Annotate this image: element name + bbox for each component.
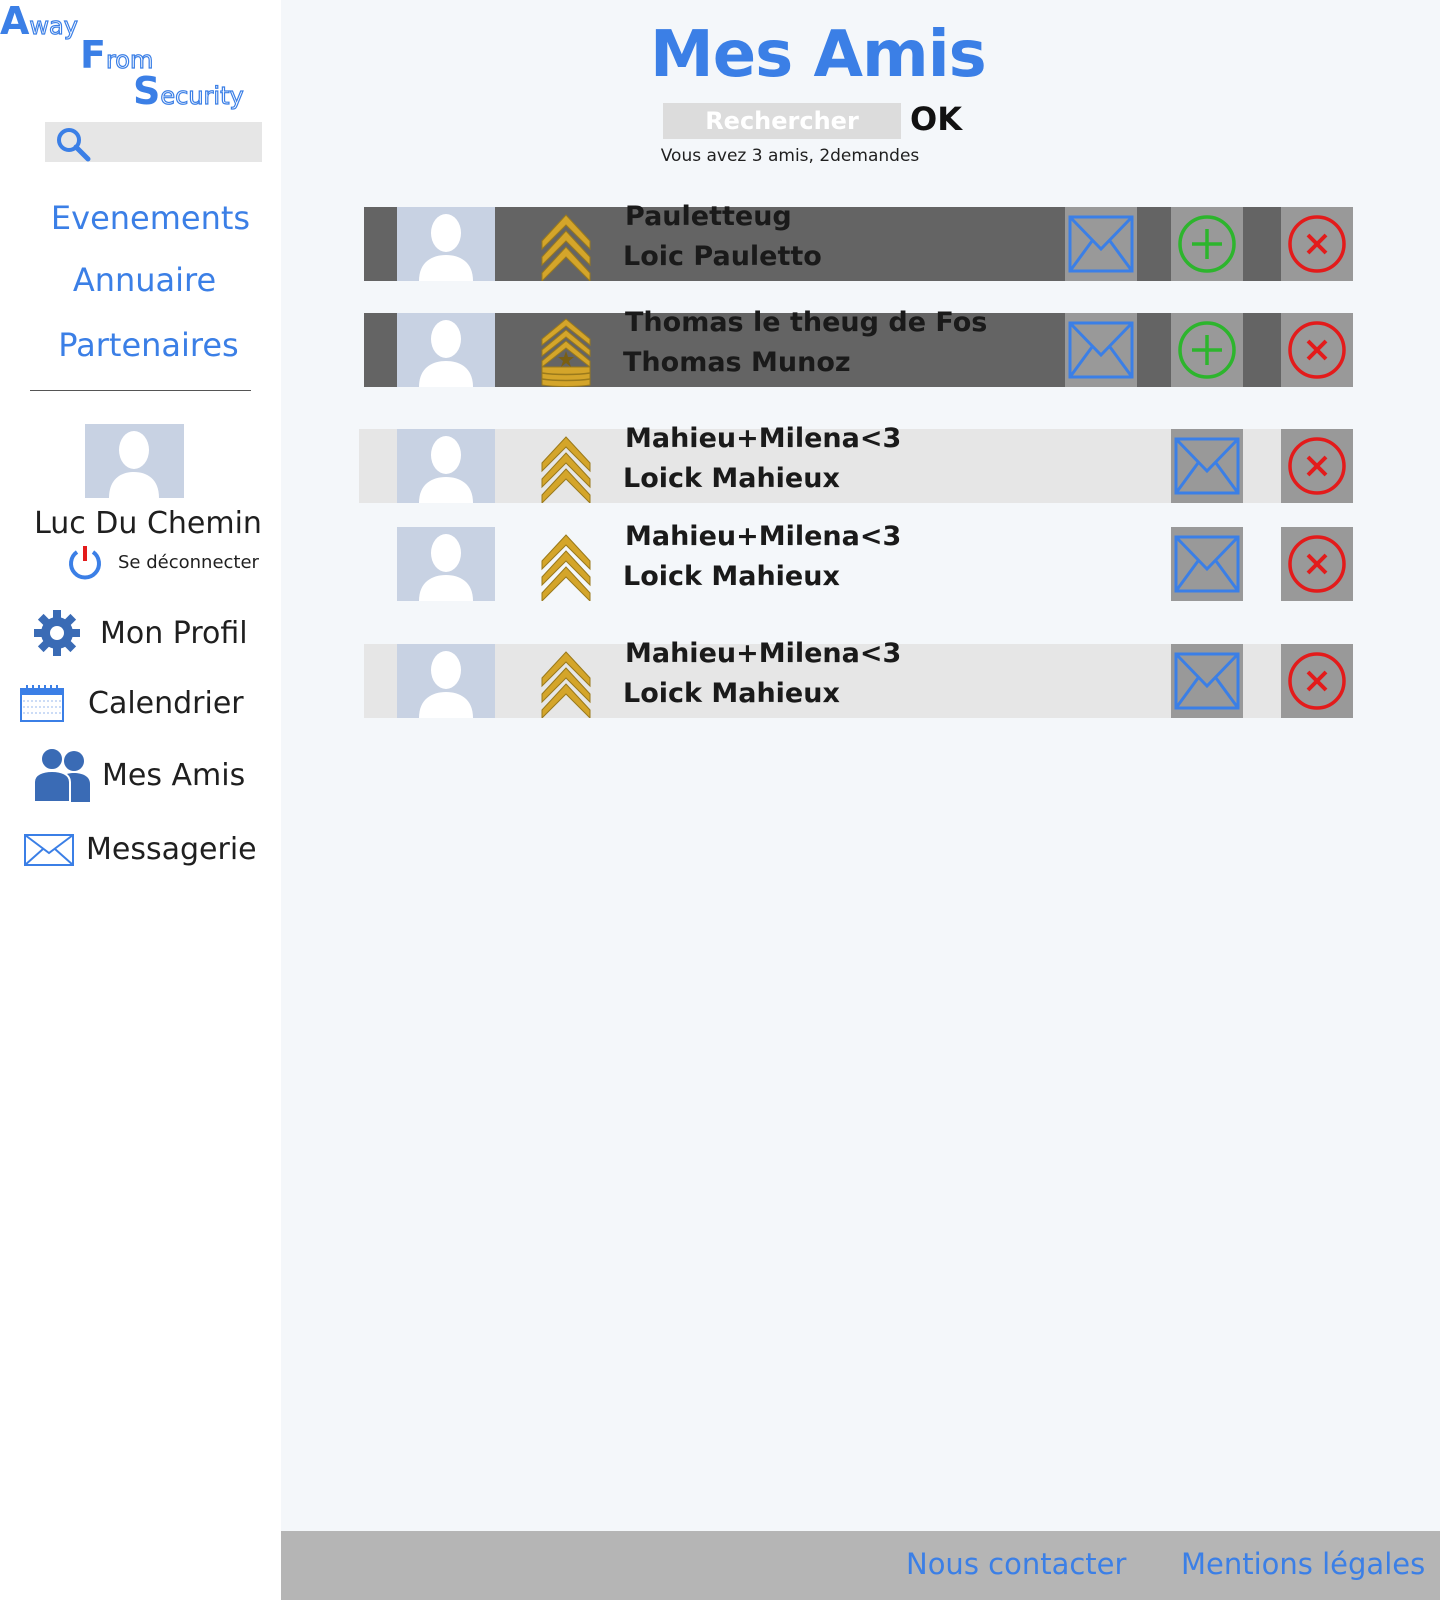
user-name: Luc Du Chemin xyxy=(34,506,262,541)
friend-pseudo: Pauletteug xyxy=(625,201,792,232)
calendar-icon xyxy=(20,685,64,722)
sidebar-divider xyxy=(30,390,251,391)
footer-contact-link[interactable]: Nous contacter xyxy=(906,1547,1126,1581)
logo-rest-way: way xyxy=(29,12,79,40)
sidebar-search-input[interactable] xyxy=(45,122,262,162)
menu-mes-amis[interactable]: Mes Amis xyxy=(34,748,245,802)
friends-summary: Vous avez 3 amis, 2demandes xyxy=(660,146,920,166)
envelope-icon xyxy=(1068,215,1134,273)
footer: Nous contacter Mentions légales xyxy=(281,1531,1440,1600)
message-button[interactable] xyxy=(1171,644,1243,718)
friend-avatar[interactable] xyxy=(397,313,495,387)
nav-evenements[interactable]: Evenements xyxy=(10,199,291,237)
menu-messagerie-label: Messagerie xyxy=(86,832,257,867)
friend-pseudo: Mahieu+Milena<3 xyxy=(625,638,902,669)
logout-button[interactable]: Se déconnecter xyxy=(66,543,259,581)
rank-sergeant-icon xyxy=(538,527,594,603)
silhouette-icon xyxy=(419,320,473,387)
silhouette-icon xyxy=(419,436,473,503)
search-icon xyxy=(57,128,91,162)
friend-request-row: Thomas le theug de Fos Thomas Munoz xyxy=(364,307,1353,387)
menu-messagerie[interactable]: Messagerie xyxy=(24,832,257,867)
reject-button[interactable] xyxy=(1281,313,1353,387)
gear-icon xyxy=(34,610,80,656)
menu-mes-amis-label: Mes Amis xyxy=(102,757,246,793)
friend-avatar[interactable] xyxy=(397,527,495,601)
silhouette-icon xyxy=(419,651,473,718)
close-circle-icon xyxy=(1288,535,1346,593)
menu-mon-profil[interactable]: Mon Profil xyxy=(32,608,248,658)
logout-label: Se déconnecter xyxy=(118,551,259,573)
envelope-icon xyxy=(1174,652,1240,710)
close-circle-icon xyxy=(1288,321,1346,379)
remove-friend-button[interactable] xyxy=(1281,644,1353,718)
friend-avatar[interactable] xyxy=(397,429,495,503)
nav-partenaires[interactable]: Partenaires xyxy=(8,326,289,364)
friend-pseudo: Mahieu+Milena<3 xyxy=(625,521,902,552)
rank-sergeant-major-icon xyxy=(538,313,594,387)
friend-search-input[interactable] xyxy=(663,103,901,139)
reject-button[interactable] xyxy=(1281,207,1353,281)
plus-circle-icon xyxy=(1178,215,1236,273)
friend-pseudo: Thomas le theug de Fos xyxy=(625,307,988,338)
envelope-icon xyxy=(1068,321,1134,379)
friend-avatar[interactable] xyxy=(397,644,495,718)
users-icon xyxy=(34,748,90,802)
search-ok-button[interactable]: OK xyxy=(910,100,962,138)
chevron-rank-icon xyxy=(541,534,591,603)
close-circle-icon xyxy=(1288,652,1346,710)
sidebar: Away From Security Evenements Annuaire P… xyxy=(0,0,281,1600)
logo-cap-a: A xyxy=(0,0,30,43)
menu-mon-profil-label: Mon Profil xyxy=(100,615,248,651)
silhouette-icon xyxy=(109,431,159,498)
logo[interactable]: Away From Security xyxy=(0,0,281,112)
chevron-rank-icon xyxy=(541,214,591,283)
chevron-rank-icon xyxy=(541,651,591,720)
rank-sergeant-icon xyxy=(538,644,594,720)
friend-fullname: Loick Mahieux xyxy=(623,463,840,494)
menu-calendrier-label: Calendrier xyxy=(88,685,244,721)
power-icon xyxy=(69,546,101,580)
friend-fullname: Loick Mahieux xyxy=(623,561,840,592)
remove-friend-button[interactable] xyxy=(1281,527,1353,601)
friend-fullname: Loick Mahieux xyxy=(623,678,840,709)
accept-request-button[interactable] xyxy=(1171,207,1243,281)
logo-line-3: Security xyxy=(133,72,244,110)
page-title: Mes Amis xyxy=(650,18,987,92)
user-avatar[interactable] xyxy=(85,424,184,498)
friend-avatar[interactable] xyxy=(397,207,495,281)
rank-sergeant-icon xyxy=(538,429,594,505)
accept-request-button[interactable] xyxy=(1171,313,1243,387)
silhouette-icon xyxy=(419,214,473,281)
chevron-rank-icon xyxy=(541,318,591,387)
envelope-icon xyxy=(1174,437,1240,495)
nav-annuaire[interactable]: Annuaire xyxy=(4,261,285,299)
logo-cap-f: F xyxy=(80,33,106,77)
message-button[interactable] xyxy=(1065,313,1137,387)
logo-rest-security: ecurity xyxy=(160,82,245,110)
menu-calendrier[interactable]: Calendrier xyxy=(20,684,244,722)
envelope-icon xyxy=(1174,535,1240,593)
message-button[interactable] xyxy=(1171,527,1243,601)
friend-fullname: Loic Pauletto xyxy=(623,241,822,272)
message-button[interactable] xyxy=(1171,429,1243,503)
silhouette-icon xyxy=(419,534,473,601)
chevron-rank-icon xyxy=(541,436,591,505)
friend-row: Mahieu+Milena<3 Loick Mahieux xyxy=(364,638,1353,720)
message-button[interactable] xyxy=(1065,207,1137,281)
logo-cap-s: S xyxy=(133,69,161,113)
logo-line-1: Away xyxy=(0,0,79,43)
friend-row: Mahieu+Milena<3 Loick Mahieux xyxy=(364,521,1353,603)
rank-sergeant-icon xyxy=(538,207,594,283)
friend-pseudo: Mahieu+Milena<3 xyxy=(625,423,902,454)
friend-row: Mahieu+Milena<3 Loick Mahieux xyxy=(359,423,1353,505)
remove-friend-button[interactable] xyxy=(1281,429,1353,503)
close-circle-icon xyxy=(1288,437,1346,495)
friend-fullname: Thomas Munoz xyxy=(623,347,851,378)
footer-legal-link[interactable]: Mentions légales xyxy=(1181,1547,1425,1581)
envelope-icon xyxy=(24,833,74,866)
friend-request-row: Pauletteug Loic Pauletto xyxy=(364,201,1353,283)
plus-circle-icon xyxy=(1178,321,1236,379)
close-circle-icon xyxy=(1288,215,1346,273)
